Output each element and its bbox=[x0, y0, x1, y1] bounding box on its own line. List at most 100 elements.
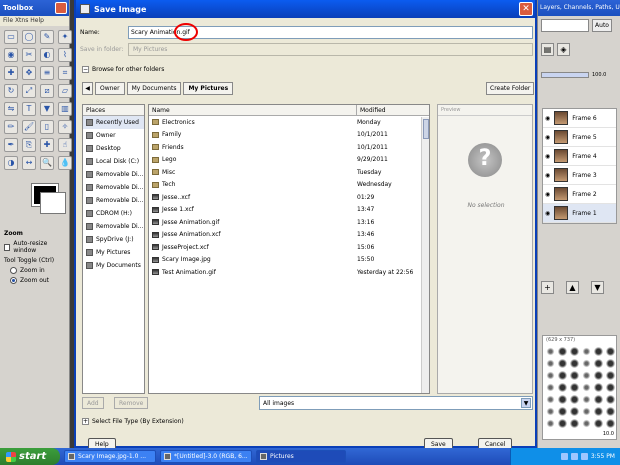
dodge-icon[interactable]: ◑ bbox=[4, 156, 18, 170]
layer-row[interactable]: ◉ Frame 1 bbox=[543, 204, 616, 223]
file-row[interactable]: Tech Wednesday bbox=[149, 179, 429, 192]
dock-titlebar[interactable]: Layers, Channels, Paths, Undo bbox=[538, 0, 620, 16]
brush-icon[interactable] bbox=[581, 382, 592, 393]
file-row[interactable]: Jesse Animation.xcf 13:46 bbox=[149, 229, 429, 242]
name-column-header[interactable]: Name bbox=[149, 105, 357, 115]
brush-icon[interactable] bbox=[569, 346, 580, 357]
taskbar-task-button[interactable]: Scary Image.jpg-1.0 ... bbox=[64, 450, 156, 463]
radio-icon[interactable] bbox=[10, 267, 17, 274]
magnify-icon[interactable]: 🔍 bbox=[40, 156, 54, 170]
brush-icon[interactable] bbox=[545, 406, 556, 417]
crop-icon[interactable]: ⌗ bbox=[58, 66, 72, 80]
brush-icon[interactable] bbox=[557, 382, 568, 393]
path-button-my-documents[interactable]: My Documents bbox=[126, 82, 182, 95]
rotate-icon[interactable]: ↻ bbox=[4, 84, 18, 98]
place-item[interactable]: SpyDrive (J:) bbox=[83, 233, 144, 246]
eye-icon[interactable]: ◉ bbox=[545, 210, 550, 217]
brush-icon[interactable] bbox=[545, 370, 556, 381]
place-item[interactable]: Removable Di... bbox=[83, 194, 144, 207]
path-back-arrow-icon[interactable]: ◀ bbox=[82, 82, 93, 95]
brush-icon[interactable] bbox=[581, 406, 592, 417]
taskbar-task-button[interactable]: *[Untitled]-3.0 (RGB, 6... bbox=[160, 450, 252, 463]
file-filter-select[interactable]: All images ▼ bbox=[259, 396, 533, 410]
place-item[interactable]: My Documents bbox=[83, 259, 144, 272]
eye-icon[interactable]: ◉ bbox=[545, 172, 550, 179]
brush-icon[interactable] bbox=[593, 394, 604, 405]
file-row[interactable]: Family 10/1/2011 bbox=[149, 129, 429, 142]
shear-icon[interactable]: ⧄ bbox=[40, 84, 54, 98]
pencil-icon[interactable]: ✏ bbox=[4, 120, 18, 134]
background-color[interactable] bbox=[40, 192, 66, 214]
file-list-scrollbar[interactable] bbox=[421, 117, 429, 393]
toolbox-menubar[interactable]: File Xtns Help bbox=[0, 16, 69, 26]
text-icon[interactable]: T bbox=[22, 102, 36, 116]
brush-icon[interactable] bbox=[557, 418, 568, 429]
brush-icon[interactable] bbox=[557, 370, 568, 381]
select-file-type-expander[interactable]: + Select File Type (By Extension) bbox=[82, 418, 184, 425]
chevron-down-icon[interactable]: ▼ bbox=[521, 398, 531, 408]
brush-icon[interactable] bbox=[605, 394, 616, 405]
place-item[interactable]: Removable Di... bbox=[83, 168, 144, 181]
brush-icon[interactable] bbox=[593, 358, 604, 369]
move-icon[interactable]: ✥ bbox=[22, 66, 36, 80]
brush-icon[interactable] bbox=[581, 358, 592, 369]
file-row[interactable]: Jesse 1.xcf 13:47 bbox=[149, 204, 429, 217]
place-item[interactable]: Removable Di... bbox=[83, 181, 144, 194]
brush-icon[interactable] bbox=[557, 394, 568, 405]
brush-icon[interactable] bbox=[569, 418, 580, 429]
auto-resize-option[interactable]: Auto-resize window bbox=[4, 240, 65, 254]
file-row[interactable]: Jesse..xcf 01:29 bbox=[149, 191, 429, 204]
place-item[interactable]: CDROM (H:) bbox=[83, 207, 144, 220]
measure-icon[interactable]: ↔ bbox=[22, 156, 36, 170]
zoom-out-option[interactable]: Zoom out bbox=[4, 277, 65, 284]
blend-icon[interactable]: ▥ bbox=[58, 102, 72, 116]
layer-row[interactable]: ◉ Frame 2 bbox=[543, 185, 616, 204]
brush-icon[interactable] bbox=[581, 346, 592, 357]
radio-icon[interactable] bbox=[10, 277, 17, 284]
ink-icon[interactable]: ✒ bbox=[4, 138, 18, 152]
color-select-icon[interactable]: ◉ bbox=[4, 48, 18, 62]
file-row[interactable]: Scary Image.jpg 15:50 bbox=[149, 254, 429, 267]
brush-icon[interactable] bbox=[557, 346, 568, 357]
brush-icon[interactable] bbox=[593, 382, 604, 393]
scissors-icon[interactable]: ✂ bbox=[22, 48, 36, 62]
brush-icon[interactable] bbox=[569, 370, 580, 381]
brush-icon[interactable] bbox=[557, 358, 568, 369]
places-header[interactable]: Places bbox=[83, 105, 144, 116]
file-row[interactable]: Jesse Animation.gif 13:16 bbox=[149, 216, 429, 229]
brush-icon[interactable] bbox=[593, 406, 604, 417]
brush-icon[interactable] bbox=[593, 370, 604, 381]
modified-column-header[interactable]: Modified bbox=[357, 105, 389, 115]
brush-icon[interactable] bbox=[545, 418, 556, 429]
layer-row[interactable]: ◉ Frame 3 bbox=[543, 166, 616, 185]
eye-icon[interactable]: ◉ bbox=[545, 134, 550, 141]
taskbar-task-button[interactable]: Pictures bbox=[256, 450, 346, 463]
place-item[interactable]: Local Disk (C:) bbox=[83, 155, 144, 168]
brush-icon[interactable] bbox=[569, 394, 580, 405]
start-button[interactable]: start bbox=[0, 448, 60, 465]
color-picker-icon[interactable]: ✚ bbox=[4, 66, 18, 80]
browse-expander[interactable]: − Browse for other folders bbox=[82, 66, 164, 73]
eye-icon[interactable]: ◉ bbox=[545, 191, 550, 198]
heal-icon[interactable]: ✚ bbox=[40, 138, 54, 152]
foreground-select-icon[interactable]: ◐ bbox=[40, 48, 54, 62]
brush-icon[interactable] bbox=[605, 358, 616, 369]
eye-icon[interactable]: ◉ bbox=[545, 115, 550, 122]
layer-row[interactable]: ◉ Frame 5 bbox=[543, 128, 616, 147]
scrollbar-thumb[interactable] bbox=[423, 119, 429, 139]
clone-icon[interactable]: ⎘ bbox=[22, 138, 36, 152]
file-row[interactable]: JesseProject.xcf 15:06 bbox=[149, 241, 429, 254]
create-folder-button[interactable]: Create Folder bbox=[486, 82, 535, 95]
airbrush-icon[interactable]: ✧ bbox=[58, 120, 72, 134]
save-in-folder-select[interactable]: My Pictures bbox=[128, 43, 533, 56]
place-item[interactable]: Desktop bbox=[83, 142, 144, 155]
brush-icon[interactable] bbox=[545, 382, 556, 393]
brush-size[interactable]: 10.0 bbox=[603, 431, 614, 437]
raise-layer-icon[interactable]: ▲ bbox=[566, 280, 579, 294]
brush-icon[interactable] bbox=[581, 394, 592, 405]
perspective-icon[interactable]: ▱ bbox=[58, 84, 72, 98]
bucket-fill-icon[interactable]: ▼ bbox=[40, 102, 54, 116]
place-item[interactable]: Recently Used bbox=[83, 116, 144, 129]
add-place-button[interactable]: Add bbox=[82, 397, 104, 409]
brush-icon[interactable] bbox=[605, 346, 616, 357]
